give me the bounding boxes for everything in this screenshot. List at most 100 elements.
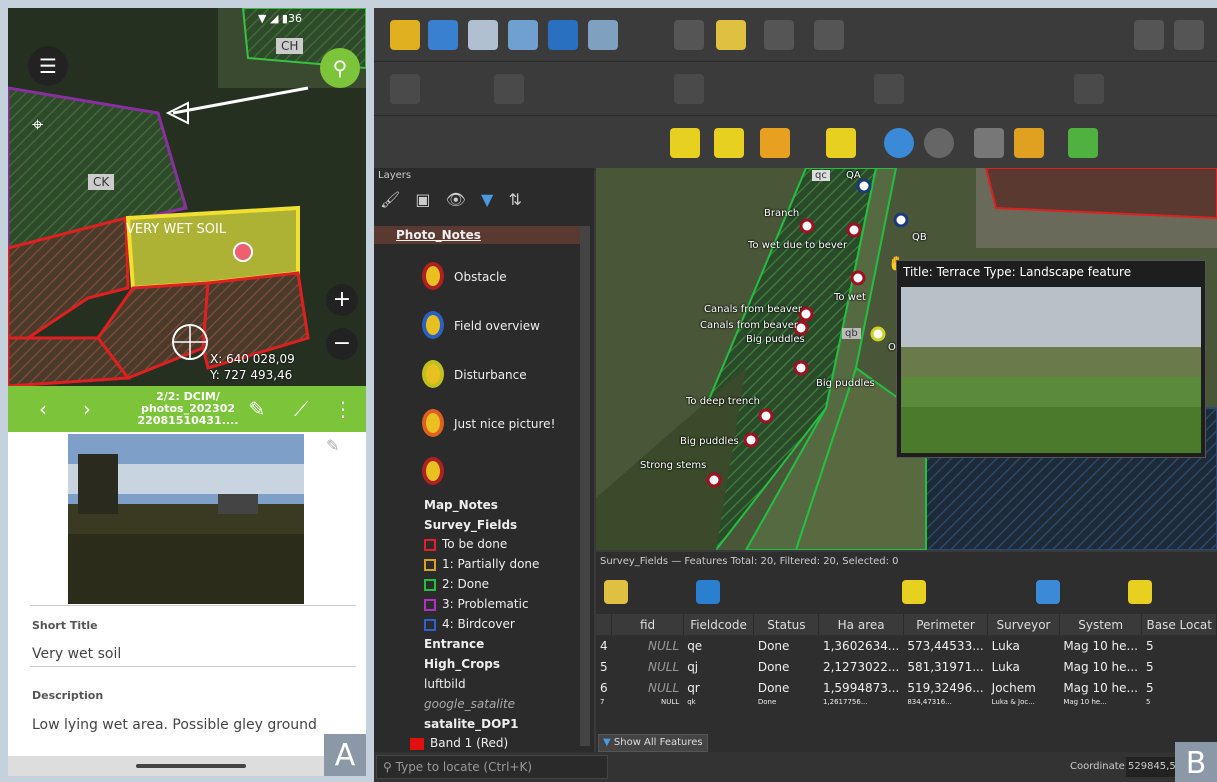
layer-entrance[interactable]: Entrance <box>424 637 484 651</box>
table-row[interactable]: 6 NULL qr Done 1,5994873... 519,32496...… <box>596 677 1217 698</box>
cell: Luka <box>991 638 1020 653</box>
add-wms-icon[interactable] <box>428 20 458 50</box>
menu-button[interactable]: ☰ <box>28 46 68 86</box>
layer-obstacle[interactable]: Obstacle <box>454 270 507 284</box>
edit-geometry-icon[interactable]: ✎ <box>246 398 268 420</box>
marker-nice-icon <box>422 409 444 437</box>
layer-icon[interactable] <box>548 20 578 50</box>
select-by-expression-icon[interactable] <box>902 580 926 604</box>
cell: 5 <box>600 659 608 674</box>
short-title-input[interactable]: Very wet soil <box>32 646 352 662</box>
col-status[interactable]: Status <box>753 614 820 635</box>
table-row[interactable]: 4 NULL qe Done 1,3602634... 573,44533...… <box>596 635 1217 656</box>
col-surveyor[interactable]: Surveyor <box>987 614 1060 635</box>
layer-map-notes[interactable]: Map_Notes <box>424 498 498 512</box>
gnss-icon[interactable]: ⌖ <box>32 112 43 136</box>
cell: 1,5994873... <box>822 680 900 695</box>
table-row[interactable]: 5 NULL qj Done 2,1273022... 581,31971...… <box>596 656 1217 677</box>
marker-disturbance-icon <box>422 360 444 388</box>
style-icon[interactable]: 🖌 <box>380 190 400 209</box>
marker-obstacle-icon <box>422 262 444 290</box>
undo-icon <box>1134 20 1164 50</box>
add-group-icon[interactable]: ▣ <box>415 190 430 209</box>
toggle-edit-table-icon[interactable] <box>604 580 628 604</box>
push-package-icon[interactable] <box>1014 128 1044 158</box>
description-input[interactable]: Low lying wet area. Possible gley ground <box>32 717 352 733</box>
mobile-app-panel: ☰ ⚲ ⌖ + − CH CK VERY WET SOIL X: 640 028… <box>8 8 366 776</box>
package-icon[interactable] <box>974 128 1004 158</box>
home-pill[interactable] <box>136 764 246 768</box>
col-rownum[interactable] <box>596 614 613 635</box>
toggle-edit-icon[interactable] <box>716 20 746 50</box>
layer-google-satalite[interactable]: google_satalite <box>424 697 515 711</box>
digitize-icon[interactable]: ⟋ <box>290 398 312 420</box>
layer-photo-notes[interactable]: Photo_Notes <box>396 228 481 242</box>
desktop-map-canvas[interactable]: qc QA QB qb O Branch To wet due to bever… <box>596 168 1217 550</box>
cloud-icon[interactable] <box>884 128 914 158</box>
search-button[interactable]: ⚲ <box>320 48 360 88</box>
col-system[interactable]: System <box>1059 614 1143 635</box>
attribute-table-panel: Survey_Fields — Features Total: 20, Filt… <box>596 552 1217 752</box>
previous-button[interactable]: ‹ <box>32 398 54 420</box>
next-button[interactable]: › <box>76 398 98 420</box>
select-location-icon[interactable] <box>826 128 856 158</box>
layer-high-crops[interactable]: High_Crops <box>424 657 500 671</box>
layer-just-nice[interactable]: Just nice picture! <box>454 417 555 431</box>
deselect-icon[interactable] <box>760 128 790 158</box>
cell: 6 <box>600 680 608 695</box>
panel-badge-a: A <box>324 734 366 776</box>
select-feature-icon[interactable] <box>670 128 700 158</box>
reload-icon[interactable] <box>696 580 720 604</box>
layer-luftbild[interactable]: luftbild <box>424 677 466 691</box>
vertex-icon[interactable] <box>588 20 618 50</box>
tools-icon[interactable] <box>1068 128 1098 158</box>
edit-pencil-icon[interactable]: ✎ <box>326 436 339 455</box>
offset-icon <box>874 74 904 104</box>
map-label-strong-stems: Strong stems <box>640 460 707 471</box>
layer-satalite-dop1[interactable]: satalite_DOP1 <box>424 717 518 731</box>
col-ha-area[interactable]: Ha area <box>818 614 904 635</box>
legend-to-be-done <box>424 539 436 551</box>
sync-icon[interactable] <box>924 128 954 158</box>
layer-survey-fields[interactable]: Survey_Fields <box>424 518 517 532</box>
col-fieldcode[interactable]: Fieldcode <box>683 614 755 635</box>
photo-soil-svg <box>68 434 304 604</box>
zoom-in-button[interactable]: + <box>326 284 358 316</box>
cell: NULL <box>648 659 680 674</box>
layer-disturbance[interactable]: Disturbance <box>454 368 527 382</box>
filter-icon[interactable]: ▼ <box>481 190 493 209</box>
cell: 4 <box>600 638 608 653</box>
more-menu-icon[interactable]: ⋮ <box>332 398 354 420</box>
expand-icon[interactable]: ⇅ <box>508 190 521 209</box>
col-perimeter[interactable]: Perimeter <box>903 614 989 635</box>
filter-table-icon[interactable] <box>1036 580 1060 604</box>
feature-photo[interactable] <box>68 434 304 604</box>
new-layer-icon[interactable] <box>390 20 420 50</box>
select-by-value-icon[interactable] <box>714 128 744 158</box>
cell: qr <box>687 680 700 695</box>
legend-birdcover <box>424 619 436 631</box>
col-base-locat[interactable]: Base Locat <box>1141 614 1217 635</box>
layers-scrollbar[interactable] <box>580 226 590 746</box>
edit-pencil-disabled-icon <box>674 20 704 50</box>
map-label-big-puddles-1: Big puddles <box>746 334 805 345</box>
table-row[interactable]: 7 NULL qk Done 1,2617756... 834,47316...… <box>596 698 1217 706</box>
cell: Luka & Joc... <box>991 698 1035 706</box>
cell: 5 <box>1145 638 1154 653</box>
zoom-to-selected-icon[interactable] <box>1128 580 1152 604</box>
show-all-features-button[interactable]: ▼ Show All Features <box>598 734 708 752</box>
cell: 7 <box>600 698 605 706</box>
layer-field-overview[interactable]: Field overview <box>454 319 540 333</box>
map-label-wet-soil: VERY WET SOIL <box>126 222 227 237</box>
locator-input[interactable]: ⚲ Type to locate (Ctrl+K) <box>376 755 608 779</box>
digitize-line-icon[interactable] <box>508 20 538 50</box>
locator-placeholder: Type to locate (Ctrl+K) <box>395 760 533 774</box>
add-points-icon[interactable] <box>468 20 498 50</box>
col-fid[interactable]: fid <box>611 614 684 635</box>
visibility-icon[interactable]: 👁 <box>446 190 466 209</box>
zoom-out-button[interactable]: − <box>326 328 358 360</box>
android-nav-bar <box>8 756 366 776</box>
mobile-map-canvas[interactable]: ☰ ⚲ ⌖ + − CH CK VERY WET SOIL X: 640 028… <box>8 8 366 386</box>
panel-badge-b: B <box>1175 742 1217 782</box>
map-label-deep-trench: To deep trench <box>686 396 761 407</box>
